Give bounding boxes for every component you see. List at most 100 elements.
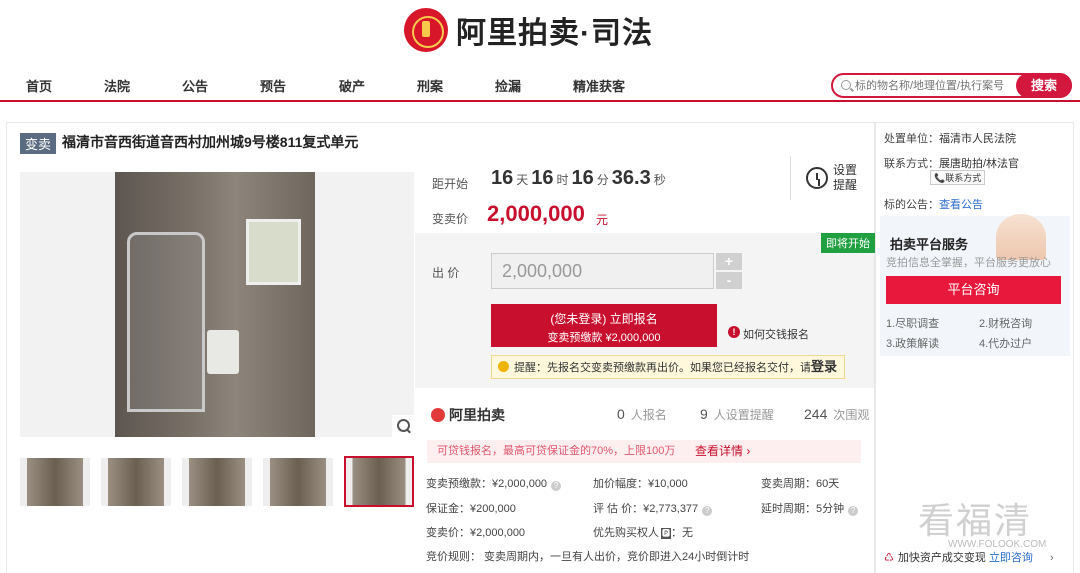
stat-signups: 0 人报名	[617, 406, 667, 423]
priority-info-icon[interactable]: 🅿	[661, 528, 671, 539]
nav-item-precise-leads[interactable]: 精准获客	[573, 76, 625, 95]
stat-views: 244 次围观	[804, 406, 869, 423]
set-reminder-button[interactable]: 设置提醒	[833, 163, 863, 193]
search-button[interactable]: 搜索	[1016, 73, 1072, 98]
side-contact-value: 展唐助拍/林法官	[939, 158, 1020, 170]
countdown-minutes: 16	[571, 167, 594, 189]
nav-item-home[interactable]: 首页	[26, 76, 52, 95]
side-org: 处置单位：福清市人民法院	[884, 130, 1016, 146]
countdown-seconds: 36.3	[611, 167, 651, 189]
tip-banner: 提醒：先报名交变卖预缴款再出价。如果您已经报名交付，请登录	[491, 355, 845, 379]
photo-shower	[127, 232, 205, 412]
view-notice-link[interactable]: 查看公告	[939, 199, 983, 211]
help-icon[interactable]: ?	[848, 506, 859, 516]
thumbnail-4[interactable]	[263, 458, 333, 506]
thumbnail-2[interactable]	[101, 458, 171, 506]
loan-promo-text: 可贷钱报名，最高可贷保证金的70%，上限100万	[437, 445, 676, 457]
stat-signups-value: 0	[617, 406, 625, 422]
thumbnail-5-selected[interactable]	[344, 456, 414, 507]
item-title: 福清市音西街道音西村加州城9号楼811复式单元	[62, 134, 359, 150]
how-to-pay-link[interactable]: 如何交钱报名	[743, 326, 809, 342]
signup-button[interactable]: (您未登录) 立即报名 变卖预缴款 ¥2,000,000	[491, 304, 717, 347]
service-item[interactable]: 2.财税咨询	[979, 315, 1032, 331]
countdown-days: 16	[491, 167, 514, 189]
divider	[790, 156, 791, 200]
stat-reminders-value: 9	[700, 406, 708, 422]
consult-button[interactable]: 平台咨询	[886, 276, 1061, 304]
photo-window	[246, 219, 301, 285]
sale-type-tag: 变卖	[20, 133, 57, 154]
bid-decrease-button[interactable]: -	[716, 272, 742, 289]
help-icon[interactable]: ?	[551, 481, 562, 491]
detail-extension-text: 延时周期：5分钟	[761, 503, 845, 515]
detail-sale-price: 变卖价：¥2,000,000	[426, 527, 526, 539]
stat-views-label: 次围观	[833, 408, 870, 422]
consult-icon: ♺	[884, 552, 894, 564]
side-org-value: 福清市人民法院	[939, 133, 1016, 145]
service-item[interactable]: 1.尽职调查	[886, 315, 939, 331]
side-notice: 标的公告：查看公告	[884, 196, 983, 212]
nav-item-bankruptcy[interactable]: 破产	[339, 76, 365, 95]
nav-item-notices[interactable]: 公告	[182, 76, 208, 95]
tip-text: 提醒：先报名交变卖预缴款再出价。如果您已经报名交付，请	[514, 362, 811, 374]
service-item[interactable]: 3.政策解读	[886, 335, 939, 351]
stat-signups-label: 人报名	[630, 408, 667, 422]
help-icon[interactable]: ?	[702, 506, 713, 516]
nav-item-bargains[interactable]: 捡漏	[495, 76, 521, 95]
side-contact: 联系方式：展唐助拍/林法官	[884, 155, 1019, 171]
price-label: 变卖价	[432, 212, 469, 226]
photo-toilet	[207, 330, 239, 374]
countdown-label: 距开始	[432, 177, 469, 191]
consult-now-link[interactable]: 立即咨询	[989, 552, 1033, 564]
detail-extension: 延时周期：5分钟?	[761, 500, 859, 516]
detail-priority-value: ：无	[671, 527, 693, 539]
info-icon: !	[728, 326, 740, 338]
detail-margin: 保证金：¥200,000	[426, 503, 516, 515]
service-title: 拍卖平台服务	[890, 237, 969, 252]
countdown-hours-unit: 时	[556, 173, 569, 187]
detail-increment: 加价幅度：¥10,000	[593, 478, 688, 490]
ali-auction-icon	[431, 408, 445, 422]
countdown-minutes-unit: 分	[596, 173, 609, 187]
nav-item-previews[interactable]: 预告	[260, 76, 286, 95]
court-emblem-icon	[404, 8, 448, 52]
search-icon	[841, 80, 851, 90]
side-org-label: 处置单位：	[884, 133, 939, 145]
thumbnail-3[interactable]	[182, 458, 252, 506]
countdown-days-unit: 天	[516, 173, 529, 187]
thumbnail-1[interactable]	[20, 458, 90, 506]
watermark: 看福清	[918, 500, 1033, 541]
stat-reminders-label: 人设置提醒	[713, 408, 774, 422]
detail-deposit-payment-text: 变卖预缴款：¥2,000,000	[426, 478, 548, 490]
search-input[interactable]	[855, 76, 1015, 95]
detail-appraisal-text: 评 估 价：¥2,773,377	[593, 503, 699, 515]
asset-consult-bar: ♺ 加快资产成交变现 立即咨询 ›	[884, 549, 1054, 565]
platform-logo-text: 阿里拍卖	[449, 407, 505, 423]
price-unit: 元	[596, 213, 609, 227]
detail-deposit-payment: 变卖预缴款：¥2,000,000?	[426, 475, 562, 491]
chevron-right-icon[interactable]: ›	[1050, 552, 1054, 564]
alarm-clock-icon[interactable]	[806, 167, 828, 189]
signup-button-label: (您未登录) 立即报名	[550, 312, 658, 326]
detail-rules: 竞价规则： 变卖周期内，一旦有人出价，竞价即进入24小时倒计时	[426, 551, 750, 563]
side-notice-label: 标的公告：	[884, 199, 939, 211]
site-logo-text: 阿里拍卖·司法	[456, 17, 653, 50]
detail-period: 变卖周期：60天	[761, 478, 840, 490]
contact-button[interactable]: 📞联系方式	[930, 170, 986, 185]
bid-amount-input[interactable]: 2,000,000	[491, 253, 714, 289]
detail-priority: 优先购买权人 🅿：无	[593, 524, 693, 540]
bid-label: 出 价	[432, 266, 460, 280]
site-logo[interactable]: 阿里拍卖·司法	[404, 6, 653, 54]
service-subtitle: 竞拍信息全掌握，平台服务更放心	[886, 257, 1051, 269]
signup-deposit-label: 变卖预缴款 ¥2,000,000	[547, 332, 661, 344]
detail-priority-label: 优先购买权人	[593, 527, 659, 539]
nav-item-criminal[interactable]: 刑案	[417, 76, 443, 95]
loan-promo-link[interactable]: 查看详情 ›	[695, 440, 750, 463]
tip-login-link[interactable]: 登录	[811, 359, 837, 374]
main-photo[interactable]	[20, 172, 414, 437]
bid-increase-button[interactable]: +	[716, 253, 742, 270]
countdown-seconds-unit: 秒	[653, 173, 666, 187]
service-item[interactable]: 4.代办过户	[979, 335, 1032, 351]
nav-item-courts[interactable]: 法院	[104, 76, 130, 95]
zoom-icon[interactable]	[392, 415, 414, 437]
